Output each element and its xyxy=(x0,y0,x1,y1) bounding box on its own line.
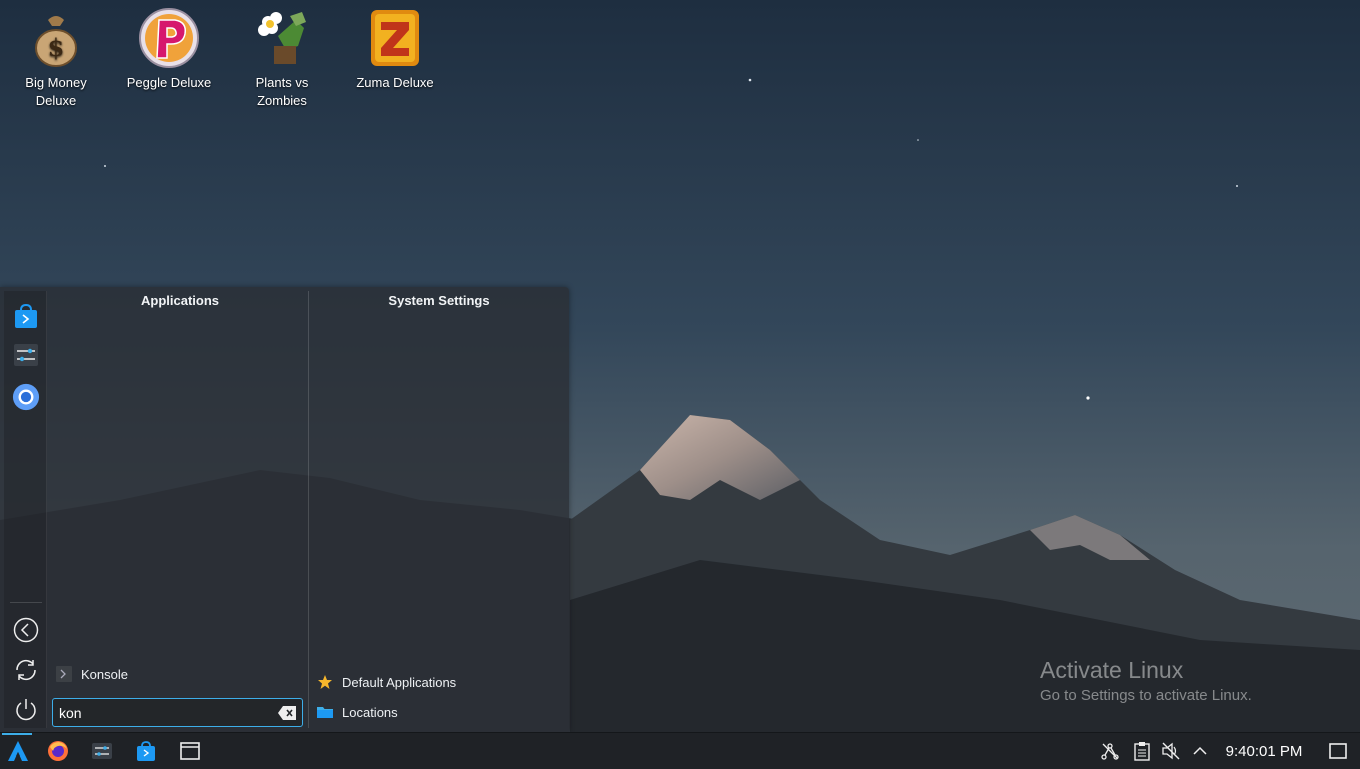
sidebar-separator xyxy=(10,602,42,603)
result-default-applications[interactable]: Default Applications xyxy=(317,674,456,690)
activation-watermark: Activate Linux Go to Settings to activat… xyxy=(1040,656,1252,708)
zuma-icon xyxy=(363,6,427,70)
chromium-icon[interactable] xyxy=(12,383,40,411)
system-settings-icon[interactable] xyxy=(12,341,40,369)
clear-text-icon[interactable] xyxy=(277,705,297,721)
show-desktop-icon[interactable] xyxy=(1326,735,1350,767)
result-label: Locations xyxy=(342,704,398,720)
search-input[interactable] xyxy=(53,704,277,721)
applications-column: Applications Konsole xyxy=(52,287,308,732)
clock[interactable]: 9:40:01 PM xyxy=(1214,733,1314,769)
logout-icon[interactable] xyxy=(12,616,40,644)
search-field[interactable] xyxy=(52,698,303,727)
file-manager-icon[interactable] xyxy=(176,735,204,767)
restart-icon[interactable] xyxy=(12,656,40,684)
system-settings-header: System Settings xyxy=(388,293,490,308)
konsole-icon xyxy=(56,666,72,682)
discover-icon[interactable] xyxy=(132,735,160,767)
desktop-icon-plants-vs-zombies[interactable]: Plants vs Zombies xyxy=(232,6,332,110)
desktop-icon-peggle[interactable]: Peggle Deluxe xyxy=(119,6,219,92)
svg-text:$: $ xyxy=(48,33,65,62)
desktop-icon-label: Peggle Deluxe xyxy=(126,75,212,90)
peggle-icon xyxy=(137,6,201,70)
volume-muted-icon[interactable] xyxy=(1159,735,1183,767)
desktop-icon-label: Zuma Deluxe xyxy=(356,75,434,90)
money-bag-icon: $ xyxy=(24,6,88,70)
network-icon[interactable] xyxy=(1098,735,1122,767)
watermark-title: Activate Linux xyxy=(1040,657,1184,683)
result-label: Konsole xyxy=(81,666,128,682)
application-launcher-icon[interactable] xyxy=(4,735,32,767)
taskbar: 9:40:01 PM xyxy=(0,732,1360,769)
plants-vs-zombies-icon xyxy=(250,6,314,70)
watermark-subtitle: Go to Settings to activate Linux. xyxy=(1040,687,1252,704)
result-konsole[interactable]: Konsole xyxy=(56,666,128,682)
folder-icon xyxy=(317,704,333,720)
firefox-icon[interactable] xyxy=(44,735,72,767)
applications-header: Applications xyxy=(140,293,219,308)
desktop-icon-big-money[interactable]: $ Big Money Deluxe xyxy=(6,6,106,110)
desktop-icon-zuma[interactable]: Zuma Deluxe xyxy=(345,6,445,92)
launcher-sidebar xyxy=(4,291,47,728)
desktop-icon-label: Plants vs Zombies xyxy=(255,75,309,108)
desktop-icon-label: Big Money Deluxe xyxy=(25,75,87,108)
system-settings-icon[interactable] xyxy=(88,735,116,767)
result-label: Default Applications xyxy=(342,674,457,690)
expand-tray-icon[interactable] xyxy=(1189,735,1211,767)
star-icon xyxy=(317,674,333,690)
shutdown-icon[interactable] xyxy=(12,696,40,724)
system-settings-column: System Settings Default Applications Loc… xyxy=(309,287,569,732)
result-locations[interactable]: Locations xyxy=(317,704,398,720)
clipboard-icon[interactable] xyxy=(1130,735,1154,767)
application-launcher-popup: Applications Konsole System Settings Def… xyxy=(0,287,569,732)
discover-icon[interactable] xyxy=(12,303,40,331)
